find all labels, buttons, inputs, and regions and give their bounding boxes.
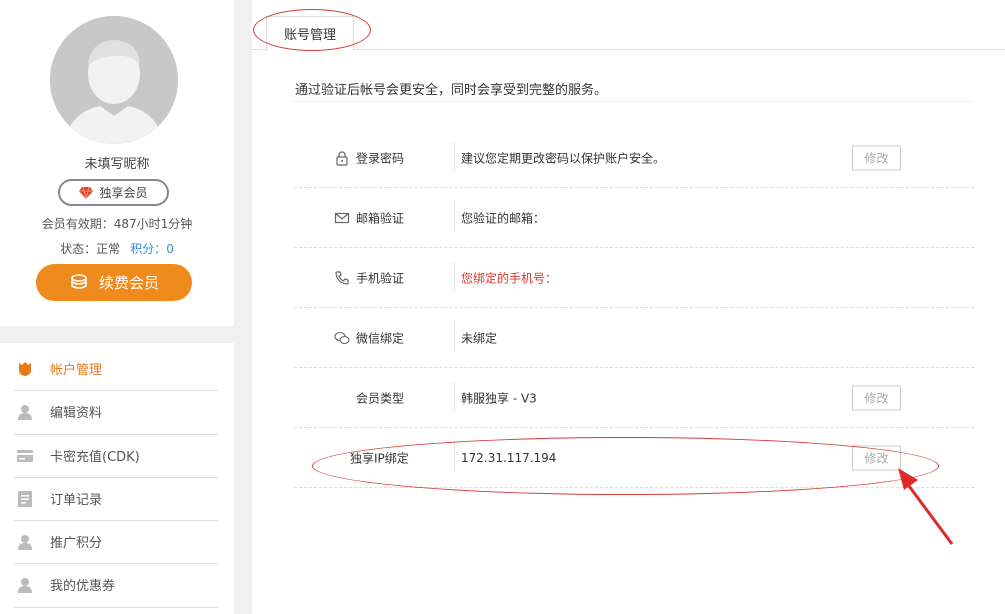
- row-login-password: 登录密码 建议您定期更改密码以保护账户安全。 修改: [294, 128, 974, 188]
- row-divider: [454, 322, 455, 352]
- wechat-icon: [334, 331, 350, 344]
- vip-badge: 独享会员: [58, 179, 169, 206]
- phone-icon: [335, 270, 349, 285]
- sidebar-item-label: 推广积分: [50, 536, 103, 551]
- row-divider: [454, 262, 455, 292]
- sidebar-item-orders[interactable]: 订单记录: [0, 477, 234, 520]
- sidebar-item-label: 订单记录: [50, 493, 103, 508]
- diamond-icon: [79, 186, 94, 199]
- sidebar-item-label: 我的优惠券: [50, 579, 116, 594]
- row-divider: [454, 202, 455, 232]
- annotation-circle: [253, 9, 371, 51]
- row-email-verification: 邮箱验证 您验证的邮箱：: [294, 188, 974, 248]
- sidebar-item-referral-points[interactable]: 推广积分: [0, 520, 234, 563]
- row-value: 韩服独享 - V3: [461, 391, 537, 405]
- main-panel: 账号管理 通过验证后帐号会更安全，同时会享受到完整的服务。 登录密码 建议您定期…: [252, 0, 1005, 614]
- sidebar-item-label: 帐户管理: [50, 363, 103, 378]
- row-label: 邮箱验证: [356, 211, 405, 225]
- shield-icon: [0, 361, 50, 377]
- membership-expiry: 会员有效期：487小时1分钟: [41, 217, 193, 231]
- menu-divider: [14, 607, 218, 608]
- tab-account-management[interactable]: 账号管理: [253, 9, 371, 51]
- row-label: 登录密码: [356, 151, 405, 165]
- annotation-arrow-icon: [898, 468, 954, 545]
- page: 未填写昵称 独享会员 会员有效期：487小时1分钟 状态：正常 积分：0 续费会员: [0, 0, 1005, 614]
- user-icon: [0, 534, 50, 550]
- sidebar-item-label: 编辑资料: [50, 406, 103, 421]
- mail-icon: [334, 212, 350, 223]
- document-icon: [0, 490, 50, 507]
- intro-divider: [294, 101, 974, 102]
- sidebar-item-cdk-recharge[interactable]: 卡密充值(CDK): [0, 434, 234, 477]
- avatar[interactable]: [50, 16, 178, 144]
- row-wechat-binding: 微信绑定 未绑定: [294, 308, 974, 368]
- sidebar-item-label: 卡密充值(CDK): [50, 450, 140, 465]
- sidebar-item-coupons[interactable]: 我的优惠券: [0, 563, 234, 606]
- lock-icon: [336, 150, 348, 166]
- change-password-button[interactable]: 修改: [852, 145, 901, 170]
- tab-bar: 账号管理: [252, 0, 1005, 51]
- sidebar-menu: 帐户管理 编辑资料 卡密充值(CDK) 订单记录 推广积分 我的优惠券: [0, 343, 234, 614]
- renew-membership-label: 续费会员: [98, 274, 159, 292]
- row-value: 您验证的邮箱：: [461, 211, 546, 225]
- row-divider: [454, 382, 455, 412]
- row-label: 会员类型: [356, 391, 405, 405]
- sidebar-item-edit-profile[interactable]: 编辑资料: [0, 390, 234, 433]
- status-line: 状态：正常 积分：0: [0, 240, 234, 257]
- row-value: 您绑定的手机号：: [461, 271, 558, 285]
- default-avatar-icon: [50, 16, 178, 144]
- annotation-circle: [312, 437, 939, 495]
- row-divider: [454, 142, 455, 172]
- row-phone-verification: 手机验证 您绑定的手机号：: [294, 248, 974, 308]
- user-icon: [0, 404, 50, 420]
- row-label: 微信绑定: [356, 331, 405, 345]
- vip-badge-label: 独享会员: [99, 186, 148, 200]
- nickname: 未填写昵称: [84, 157, 150, 172]
- profile-card: 未填写昵称 独享会员 会员有效期：487小时1分钟 状态：正常 积分：0 续费会员: [0, 0, 234, 326]
- security-intro-text: 通过验证后帐号会更安全，同时会享受到完整的服务。: [295, 83, 608, 98]
- row-value: 未绑定: [461, 331, 498, 345]
- coins-icon: [71, 273, 87, 289]
- row-value: 建议您定期更改密码以保护账户安全。: [461, 151, 666, 165]
- row-label: 手机验证: [356, 271, 405, 285]
- user-icon: [0, 577, 50, 593]
- renew-membership-button[interactable]: 续费会员: [36, 264, 192, 301]
- card-icon: [0, 449, 50, 463]
- row-member-type: 会员类型 韩服独享 - V3 修改: [294, 368, 974, 428]
- account-status: 状态：正常: [60, 242, 121, 256]
- points-link[interactable]: 积分：0: [130, 242, 174, 256]
- sidebar-item-account[interactable]: 帐户管理: [0, 347, 234, 390]
- change-member-type-button[interactable]: 修改: [852, 385, 901, 410]
